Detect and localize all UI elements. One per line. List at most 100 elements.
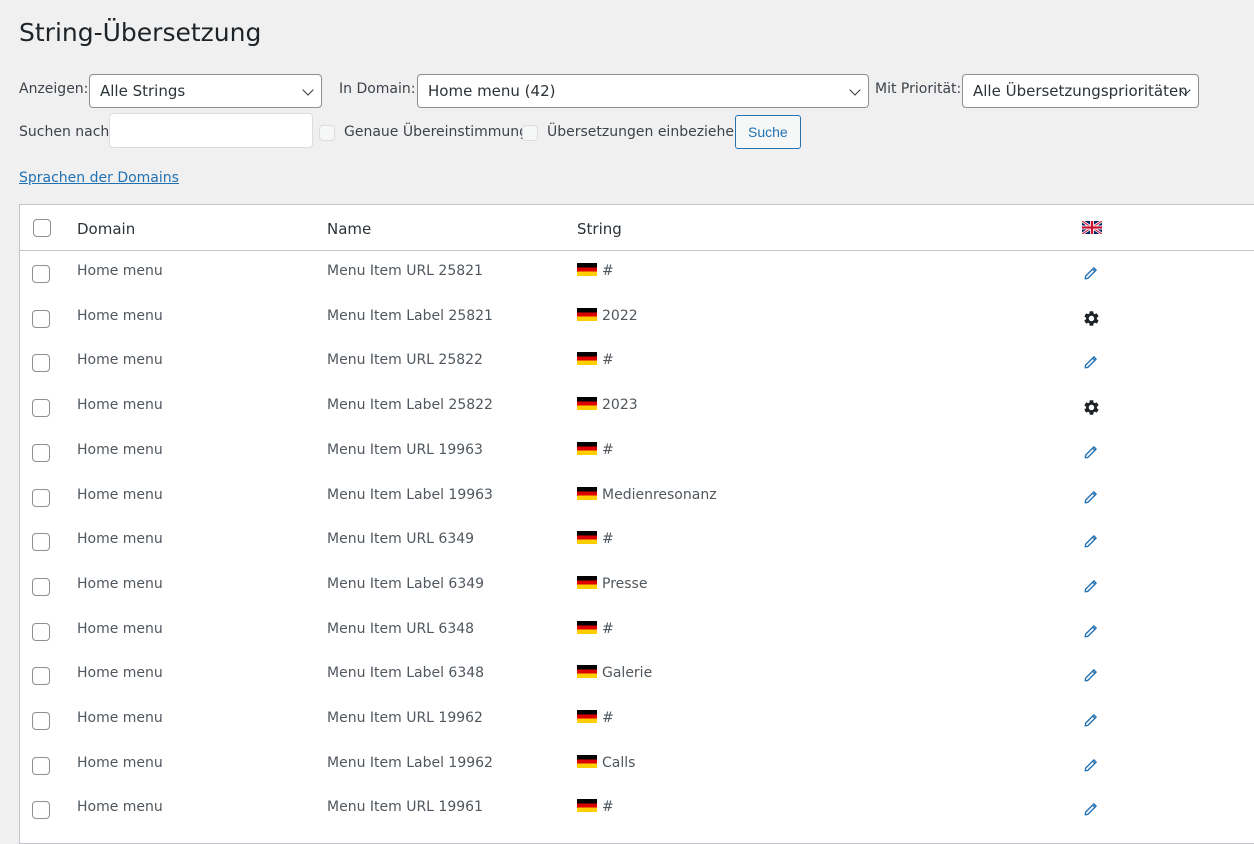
table-row: Home menu Menu Item Label 25822 2023: [20, 385, 1254, 430]
row-string: #: [577, 441, 614, 458]
german-flag-icon: [577, 799, 597, 813]
german-flag-icon: [577, 531, 597, 545]
column-name[interactable]: Name: [327, 220, 371, 238]
exact-match-checkbox[interactable]: [319, 125, 335, 141]
row-name: Menu Item Label 19962: [327, 754, 493, 771]
row-name: Menu Item URL 25822: [327, 352, 483, 369]
row-string: Calls: [577, 754, 636, 771]
page-title: String-Übersetzung: [19, 18, 262, 47]
exact-match-label: Genaue Übereinstimmung: [344, 124, 529, 140]
table-row: Home menu Menu Item URL 19962 #: [20, 698, 1254, 743]
row-name: Menu Item URL 19963: [327, 441, 483, 458]
include-translations-label: Übersetzungen einbeziehen: [547, 124, 743, 140]
table-row: Home menu Menu Item Label 6349 Presse: [20, 564, 1254, 609]
chevron-down-icon: [302, 84, 314, 96]
row-name: Menu Item Label 6349: [327, 575, 485, 592]
edit-translation-pencil-icon[interactable]: [1082, 577, 1100, 595]
german-flag-icon: [577, 665, 597, 679]
select-all-checkbox[interactable]: [33, 219, 51, 237]
edit-translation-pencil-icon[interactable]: [1082, 264, 1100, 282]
translation-status-gear-icon[interactable]: [1082, 309, 1100, 327]
row-string: #: [577, 710, 614, 726]
table-row: Home menu Menu Item Label 25821 2022: [20, 296, 1254, 341]
priority-filter-select[interactable]: Alle Übersetzungsprioritäten: [962, 74, 1199, 108]
row-string-value: Presse: [602, 575, 648, 592]
row-checkbox[interactable]: [32, 488, 50, 507]
edit-translation-pencil-icon[interactable]: [1082, 353, 1100, 371]
row-domain: Home menu: [77, 710, 163, 726]
row-checkbox[interactable]: [32, 712, 50, 730]
row-string-value: #: [602, 441, 614, 458]
row-string: 2022: [577, 307, 638, 324]
edit-translation-pencil-icon[interactable]: [1082, 488, 1100, 506]
row-checkbox[interactable]: [32, 265, 50, 283]
row-checkbox[interactable]: [32, 354, 50, 373]
row-checkbox[interactable]: [32, 399, 50, 418]
table-row: Home menu Menu Item URL 19961 #: [20, 787, 1254, 832]
table-row: Home menu Menu Item URL 6348 #: [20, 609, 1254, 654]
table-row: Home menu Menu Item Label 19963 Medienreso…: [20, 475, 1254, 520]
row-checkbox[interactable]: [32, 756, 50, 775]
edit-translation-pencil-icon[interactable]: [1082, 443, 1100, 461]
row-string-value: Galerie: [602, 665, 653, 682]
row-checkbox[interactable]: [32, 577, 50, 596]
table-row: Home menu Menu Item URL 25821 #: [20, 251, 1254, 296]
search-label: Suchen nach:: [19, 124, 115, 140]
row-string: Presse: [577, 575, 648, 592]
show-filter-select[interactable]: Alle Strings: [89, 74, 322, 108]
column-domain[interactable]: Domain: [77, 220, 135, 238]
row-domain: Home menu: [77, 620, 163, 637]
row-checkbox[interactable]: [32, 443, 50, 462]
row-name: Menu Item Label 25821: [327, 307, 493, 324]
search-input[interactable]: [109, 113, 313, 148]
domain-languages-link[interactable]: Sprachen der Domains: [19, 170, 179, 186]
row-domain: Home menu: [77, 397, 163, 414]
row-string: #: [577, 531, 614, 547]
row-name: Menu Item URL 19961: [327, 799, 483, 816]
row-domain: Home menu: [77, 307, 163, 324]
german-flag-icon: [577, 486, 597, 500]
german-flag-icon: [577, 620, 597, 634]
edit-translation-pencil-icon[interactable]: [1082, 532, 1100, 550]
row-checkbox[interactable]: [32, 533, 50, 552]
edit-translation-pencil-icon[interactable]: [1082, 800, 1100, 818]
row-checkbox[interactable]: [32, 622, 50, 641]
row-string-value: 2023: [602, 397, 638, 414]
table-row: Home menu Menu Item URL 6349 #: [20, 519, 1254, 564]
row-checkbox[interactable]: [32, 667, 50, 686]
row-domain: Home menu: [77, 441, 163, 458]
row-string-value: #: [602, 352, 614, 369]
row-checkbox[interactable]: [32, 309, 50, 328]
row-string-value: Calls: [602, 754, 636, 771]
row-domain: Home menu: [77, 754, 163, 771]
show-filter-label: Anzeigen:: [19, 81, 89, 97]
row-string: Medienresonanz: [577, 486, 717, 503]
row-string-value: #: [602, 531, 614, 548]
table-row: Home menu Menu Item Label 6348 Galerie: [20, 653, 1254, 698]
table-row: Home menu Menu Item URL 19963 #: [20, 430, 1254, 475]
edit-translation-pencil-icon[interactable]: [1082, 756, 1100, 774]
row-name: Menu Item URL 6349: [327, 531, 475, 548]
row-checkbox[interactable]: [32, 801, 50, 820]
german-flag-icon: [577, 263, 597, 276]
row-domain: Home menu: [77, 531, 163, 548]
edit-translation-pencil-icon[interactable]: [1082, 622, 1100, 640]
german-flag-icon: [577, 307, 597, 321]
german-flag-icon: [577, 352, 597, 366]
search-button[interactable]: Suche: [735, 115, 801, 149]
uk-flag-icon: [1082, 221, 1102, 234]
edit-translation-pencil-icon[interactable]: [1082, 711, 1100, 729]
show-filter-value: Alle Strings: [100, 82, 186, 100]
german-flag-icon: [577, 397, 597, 411]
row-string-value: 2022: [602, 307, 638, 324]
chevron-down-icon: [849, 84, 861, 96]
edit-translation-pencil-icon[interactable]: [1082, 666, 1100, 684]
row-string-value: #: [602, 799, 614, 816]
translation-status-gear-icon[interactable]: [1082, 398, 1100, 416]
column-string[interactable]: String: [577, 220, 622, 238]
include-translations-checkbox[interactable]: [522, 125, 538, 141]
domain-filter-select[interactable]: Home menu (42): [417, 74, 869, 108]
row-string-value: #: [602, 263, 614, 279]
domain-filter-label: In Domain:: [339, 81, 416, 97]
row-domain: Home menu: [77, 263, 163, 279]
